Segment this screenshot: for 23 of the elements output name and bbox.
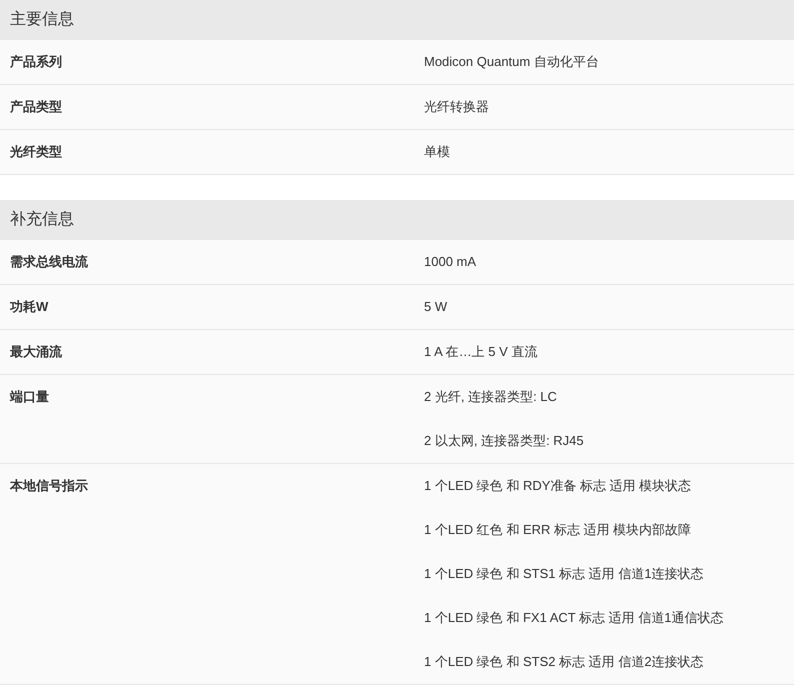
spec-value: 1 个LED 绿色 和 FX1 ACT 标志 适用 信道1通信状态 xyxy=(424,609,724,628)
spec-label: 本地信号指示 xyxy=(10,477,88,496)
spec-label: 产品类型 xyxy=(10,98,62,116)
spec-value: 1 个LED 红色 和 ERR 标志 适用 模块内部故障 xyxy=(424,521,692,540)
spec-value: 1 A 在…上 5 V 直流 xyxy=(424,343,538,362)
spec-value: 光纤转换器 xyxy=(424,98,489,116)
spec-label: 光纤类型 xyxy=(10,143,62,162)
spec-label: 需求总线电流 xyxy=(10,253,88,272)
spec-label: 产品系列 xyxy=(10,53,62,72)
spec-value: Modicon Quantum 自动化平台 xyxy=(424,53,599,72)
spec-value: 1000 mA xyxy=(424,253,476,272)
spec-value: 5 W xyxy=(424,298,448,316)
spec-value: 2 光纤, 连接器类型: LC xyxy=(424,388,557,406)
spec-label: 端口量 xyxy=(10,388,49,406)
spec-value: 2 以太网, 连接器类型: RJ45 xyxy=(424,432,584,450)
spec-label: 功耗W xyxy=(10,298,48,316)
section-header: 补充信息 xyxy=(0,200,794,240)
spec-label: 最大涌流 xyxy=(10,343,62,362)
spec-value: 1 个LED 绿色 和 STS2 标志 适用 信道2连接状态 xyxy=(424,653,704,672)
spec-value: 1 个LED 绿色 和 RDY准备 标志 适用 模块状态 xyxy=(424,477,692,496)
spec-value: 1 个LED 绿色 和 STS1 标志 适用 信道1连接状态 xyxy=(424,565,704,584)
spec-value: 单模 xyxy=(424,143,450,162)
section-header: 主要信息 xyxy=(0,0,794,40)
